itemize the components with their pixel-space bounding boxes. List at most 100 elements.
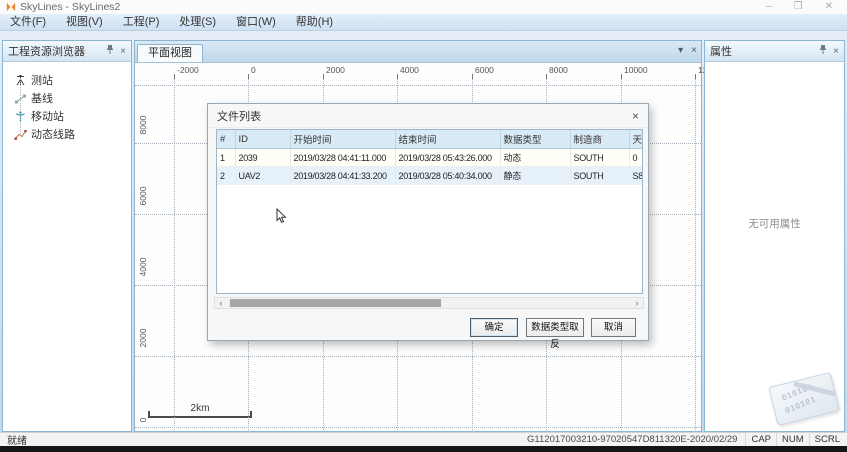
col-id[interactable]: ID xyxy=(235,130,290,149)
project-resource-header: 工程资源浏览器 × xyxy=(3,41,131,62)
flag-cap: CAP xyxy=(745,433,776,446)
notepad-watermark: 010101 010101 xyxy=(768,372,840,426)
scrollbar-thumb[interactable] xyxy=(230,299,441,307)
sidebar-item-dynamic-route[interactable]: 动态线路 xyxy=(3,125,131,143)
resource-tree: 测站 基线 移动站 动态线路 xyxy=(3,62,131,143)
tree-item-label: 测站 xyxy=(31,72,53,88)
table-cell: 1 xyxy=(217,149,235,167)
view-tab-strip: 平面视图 ▾ × xyxy=(135,41,701,63)
gridline-horizontal xyxy=(135,427,701,428)
col-data-type[interactable]: 数据类型 xyxy=(500,130,570,149)
station-icon xyxy=(14,74,27,87)
rover-icon xyxy=(14,110,27,123)
table-cell: 0 xyxy=(629,149,643,167)
invert-data-type-button[interactable]: 数据类型取反 xyxy=(526,318,584,337)
table-cell: 2 xyxy=(217,167,235,185)
menu-item-0[interactable]: 文件(F) xyxy=(0,14,56,30)
properties-header: 属性 × xyxy=(705,41,844,62)
ok-button[interactable]: 确定 xyxy=(470,318,518,337)
ruler-label: 0 xyxy=(251,65,256,75)
col-start-time[interactable]: 开始时间 xyxy=(290,130,395,149)
tab-dropdown-icon[interactable]: ▾ xyxy=(678,45,683,56)
keyboard-flags: CAPNUMSCRL xyxy=(745,433,845,446)
maximize-button[interactable]: ❐ xyxy=(794,0,803,14)
properties-title: 属性 xyxy=(710,43,732,59)
pin-icon[interactable] xyxy=(106,45,114,57)
tree-item-label: 基线 xyxy=(31,90,53,106)
col-index[interactable]: # xyxy=(217,130,235,149)
ruler-label: -2000 xyxy=(177,65,199,75)
mouse-cursor-icon xyxy=(276,208,287,229)
table-cell: 2019/03/28 04:41:11.000 xyxy=(290,149,395,167)
ruler-y-label: 8000 xyxy=(138,110,148,140)
title-bar: SkyLines - SkyLines2 – ❐ ✕ xyxy=(0,0,847,14)
license-text: G112017003210-97020547D811320E-2020/02/2… xyxy=(527,434,745,445)
horizontal-ruler: -2000020004000600080001000012000 xyxy=(135,63,701,79)
flag-scrl: SCRL xyxy=(809,433,845,446)
tree-item-label: 动态线路 xyxy=(31,126,75,142)
table-cell: UAV2 xyxy=(235,167,290,185)
horizontal-scrollbar[interactable]: ‹ › xyxy=(214,297,644,309)
scroll-right-icon[interactable]: › xyxy=(631,298,643,308)
table-cell: 2019/03/28 05:43:26.000 xyxy=(395,149,500,167)
table-cell: SOUTH xyxy=(570,149,629,167)
table-row[interactable]: 2UAV22019/03/28 04:41:33.2002019/03/28 0… xyxy=(217,167,643,185)
col-antenna[interactable]: 天 xyxy=(629,130,643,149)
table-cell: 静态 xyxy=(500,167,570,185)
window-title: SkyLines - SkyLines2 xyxy=(20,1,120,13)
ruler-y-label: 0 xyxy=(138,405,148,432)
col-end-time[interactable]: 结束时间 xyxy=(395,130,500,149)
project-resource-panel: 工程资源浏览器 × 测站 基线 移动站 动态 xyxy=(2,40,132,432)
table-cell: 2019/03/28 05:40:34.000 xyxy=(395,167,500,185)
table-row[interactable]: 120392019/03/28 04:41:11.0002019/03/28 0… xyxy=(217,149,643,167)
gridline-vertical xyxy=(695,79,696,432)
app-window: SkyLines - SkyLines2 – ❐ ✕ 文件(F)视图(V)工程(… xyxy=(0,0,847,452)
route-icon xyxy=(14,128,27,141)
sidebar-item-baseline[interactable]: 基线 xyxy=(3,89,131,107)
dialog-title-bar[interactable]: 文件列表 × xyxy=(208,104,648,128)
panel-close-icon[interactable]: × xyxy=(833,46,839,57)
gridline-vertical xyxy=(174,79,175,432)
scale-bar: 2km xyxy=(148,403,252,418)
ruler-label: 6000 xyxy=(475,65,494,75)
table-cell: 动态 xyxy=(500,149,570,167)
status-bar: 就绪 G112017003210-97020547D811320E-2020/0… xyxy=(0,432,847,446)
menu-item-1[interactable]: 视图(V) xyxy=(56,14,113,30)
pin-icon[interactable] xyxy=(819,45,827,57)
ruler-label: 8000 xyxy=(549,65,568,75)
sidebar-item-rover[interactable]: 移动站 xyxy=(3,107,131,125)
close-button[interactable]: ✕ xyxy=(825,0,833,14)
tree-item-label: 移动站 xyxy=(31,108,64,124)
menu-item-5[interactable]: 帮助(H) xyxy=(286,14,343,30)
table-header-row: # ID 开始时间 结束时间 数据类型 制造商 天 xyxy=(217,130,643,149)
table-cell: S8 xyxy=(629,167,643,185)
app-logo-icon xyxy=(6,2,16,12)
minimize-button[interactable]: – xyxy=(766,0,772,14)
properties-panel: 属性 × 无可用属性 010101 010101 xyxy=(704,40,845,432)
tab-close-icon[interactable]: × xyxy=(691,45,697,56)
panel-close-icon[interactable]: × xyxy=(120,46,126,57)
file-list-dialog: 文件列表 × # ID 开始时间 结束时间 数据类型 制造商 天 1203920… xyxy=(207,103,649,341)
baseline-icon xyxy=(14,92,27,105)
status-text: 就绪 xyxy=(0,432,27,447)
scroll-left-icon[interactable]: ‹ xyxy=(215,298,227,308)
project-resource-title: 工程资源浏览器 xyxy=(8,43,85,59)
menu-item-2[interactable]: 工程(P) xyxy=(113,14,170,30)
col-manufacturer[interactable]: 制造商 xyxy=(570,130,629,149)
cancel-button[interactable]: 取消 xyxy=(591,318,636,337)
menu-item-3[interactable]: 处理(S) xyxy=(169,14,226,30)
menu-item-4[interactable]: 窗口(W) xyxy=(226,14,286,30)
table-cell: 2019/03/28 04:41:33.200 xyxy=(290,167,395,185)
table-cell: 2039 xyxy=(235,149,290,167)
sidebar-item-station[interactable]: 测站 xyxy=(3,71,131,89)
file-table: # ID 开始时间 结束时间 数据类型 制造商 天 120392019/03/2… xyxy=(217,130,643,185)
table-cell: SOUTH xyxy=(570,167,629,185)
ruler-y-label: 4000 xyxy=(138,252,148,282)
letterbox-strip xyxy=(0,446,847,452)
ruler-y-label: 6000 xyxy=(138,181,148,211)
tab-plan-view[interactable]: 平面视图 xyxy=(137,44,203,62)
dialog-close-icon[interactable]: × xyxy=(632,109,639,123)
gridline-horizontal xyxy=(135,356,701,357)
ruler-label: 10000 xyxy=(624,65,648,75)
ruler-label: 4000 xyxy=(400,65,419,75)
